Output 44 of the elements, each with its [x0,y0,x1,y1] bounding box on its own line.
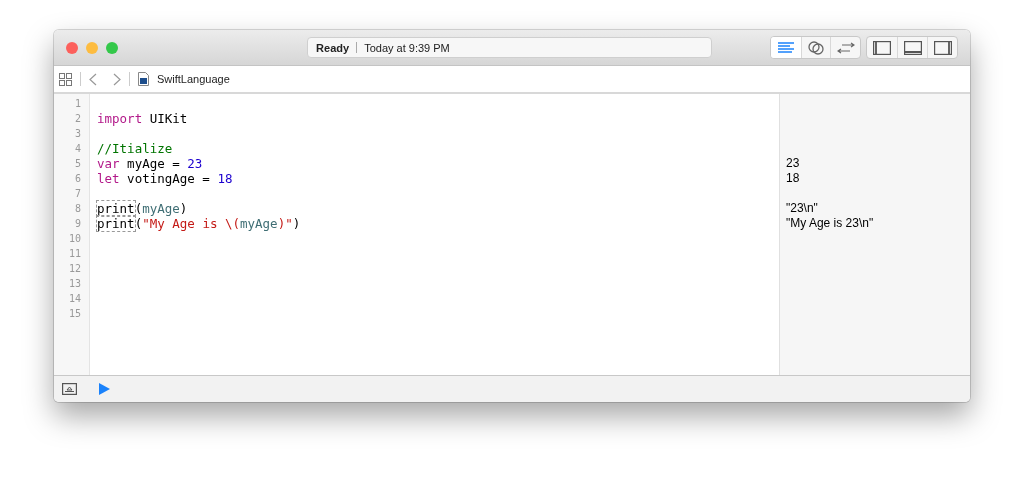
debug-area-icon[interactable] [62,383,77,395]
line-number: 10 [67,232,82,246]
result-value[interactable]: 23 [786,156,800,170]
result-value[interactable]: "23\n" [786,201,818,215]
line-number: 3 [73,127,82,141]
code-line: print("My Age is \(myAge)") [97,216,301,231]
standard-editor-button[interactable] [770,37,801,58]
panel-icon [933,40,952,55]
run-icon[interactable] [99,383,110,395]
code-line: let votingAge = 18 [97,171,233,186]
line-number: 7 [73,187,82,201]
line-number: 1 [73,97,82,111]
back-icon[interactable] [89,72,97,86]
result-value[interactable]: 18 [786,171,800,185]
arrows-icon [836,41,855,54]
panel-icon [873,40,892,55]
line-number: 2 [73,112,82,126]
forward-icon[interactable] [113,72,121,86]
grid-icon[interactable] [59,72,72,86]
line-number: 14 [67,292,82,306]
editor-mode-segmented-control[interactable] [769,36,862,59]
code-line: //Itialize [97,141,173,156]
code-line: print(myAge) [97,201,188,216]
line-number: 13 [67,277,82,291]
rings-icon [808,40,824,55]
line-number: 12 [67,262,82,276]
panel-icon [903,40,922,55]
line-number: 15 [67,307,82,321]
line-number: 9 [73,217,82,231]
result-value[interactable]: "My Age is 23\n" [786,216,874,230]
line-number: 6 [73,172,82,186]
line-number: 4 [73,142,82,156]
code-line: import UIKit [97,111,188,126]
panel-toggle-segmented-control[interactable] [866,36,958,59]
status-time: Today at 9:39 PM [364,41,450,54]
status-text: Ready [316,41,350,54]
close-button[interactable] [66,41,78,54]
document-icon [138,72,149,86]
line-number: 8 [73,202,82,216]
code-line: var myAge = 23 [97,156,203,171]
line-number: 5 [73,157,82,171]
line-number: 11 [67,247,82,261]
lines-icon [777,41,794,54]
file-name[interactable]: SwiftLanguage [157,73,230,85]
